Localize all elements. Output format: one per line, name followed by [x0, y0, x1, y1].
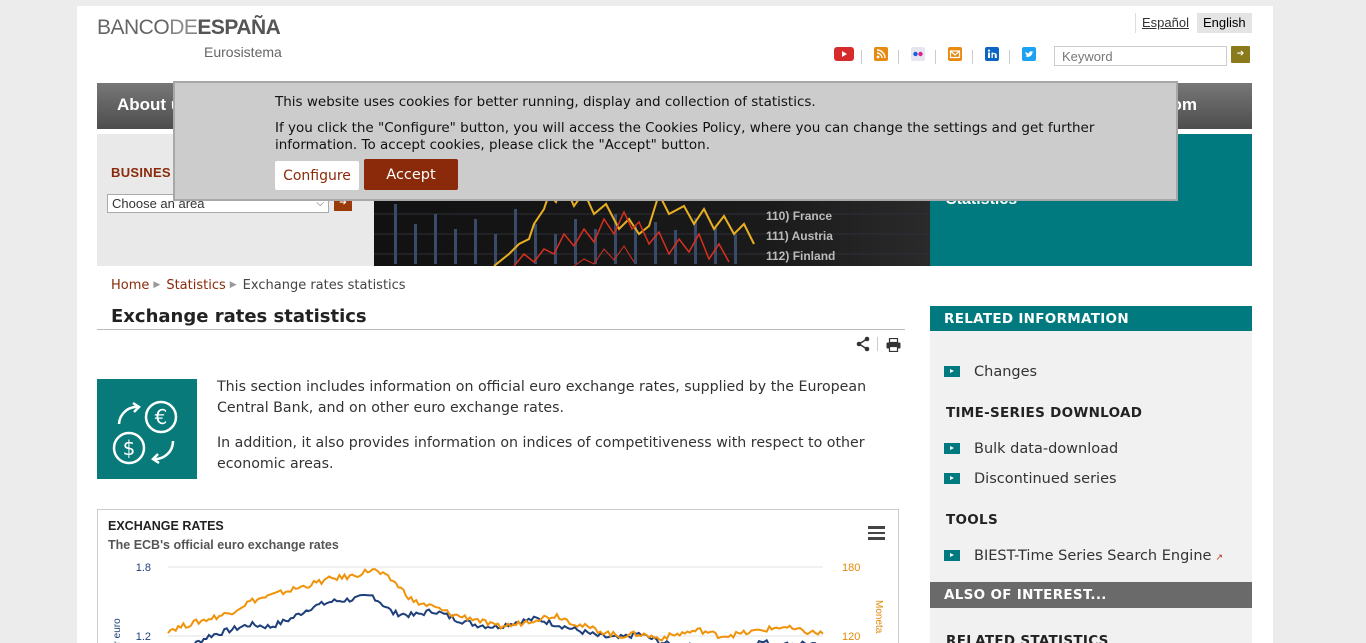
- twitter-icon[interactable]: [1022, 47, 1036, 61]
- currency-exchange-icon: € $: [97, 379, 197, 479]
- flickr-icon[interactable]: [911, 47, 925, 61]
- chart-y2-tick-label: 120: [842, 631, 860, 643]
- chart-y-tick-label: 1.8: [136, 562, 151, 574]
- tools-heading: TOOLS: [946, 512, 998, 528]
- breadcrumb-statistics-link[interactable]: Statistics: [166, 278, 225, 293]
- related-information-heading: RELATED INFORMATION: [930, 306, 1252, 331]
- icon-divider: [1009, 50, 1010, 64]
- cookie-consent-dialog: This website uses cookies for better run…: [173, 81, 1178, 201]
- arrow-bullet-icon: [944, 443, 960, 454]
- icon-divider: [861, 50, 862, 64]
- banner-label: 110) France: [766, 209, 832, 223]
- also-of-interest-heading: ALSO OF INTEREST...: [930, 582, 1252, 608]
- youtube-icon[interactable]: [834, 47, 854, 61]
- banner-label: 111) Austria: [766, 229, 833, 243]
- time-series-download-heading: TIME-SERIES DOWNLOAD: [946, 405, 1143, 421]
- chart-menu-icon[interactable]: [868, 526, 885, 543]
- related-information-panel: Changes TIME-SERIES DOWNLOAD Bulk data-d…: [930, 331, 1252, 582]
- also-of-interest-panel: RELATED STATISTICS: [930, 608, 1252, 643]
- related-link-changes[interactable]: Changes: [944, 364, 1037, 380]
- business-area-title: BUSINES: [111, 165, 171, 180]
- chart-subtitle: The ECB's official euro exchange rates: [108, 538, 339, 552]
- search-input[interactable]: Keyword: [1054, 46, 1227, 66]
- chart-series-line-2: [167, 568, 824, 642]
- configure-cookies-button[interactable]: Configure: [275, 161, 359, 190]
- language-english-active[interactable]: English: [1197, 13, 1252, 33]
- logo-subtitle: Eurosistema: [204, 44, 282, 60]
- linkedin-icon[interactable]: [985, 47, 999, 61]
- related-link-biest[interactable]: BIEST-Time Series Search Engine ↗: [944, 548, 1223, 564]
- arrow-bullet-icon: [944, 550, 960, 561]
- chart-y-axis-label: er euro: [112, 618, 123, 643]
- arrow-bullet-icon: [944, 366, 960, 377]
- language-spanish-link[interactable]: Español: [1135, 13, 1195, 33]
- related-link-bulk-download[interactable]: Bulk data-download: [944, 441, 1118, 457]
- title-divider: [97, 329, 905, 330]
- logo-text: BANCODEESPAÑA: [97, 16, 281, 39]
- rss-icon[interactable]: [874, 47, 888, 61]
- banner-label: 112) Finland: [766, 249, 835, 263]
- related-link-discontinued-series[interactable]: Discontinued series: [944, 471, 1117, 487]
- chart-y-tick-label: 1.2: [136, 631, 151, 643]
- intro-paragraph: In addition, it also provides informatio…: [217, 435, 865, 472]
- cookie-message: If you click the "Configure" button, you…: [275, 120, 1095, 153]
- search-submit-button[interactable]: ➔: [1231, 46, 1250, 63]
- print-icon[interactable]: [886, 337, 901, 356]
- share-icon[interactable]: [855, 336, 871, 356]
- accept-cookies-button[interactable]: Accept: [364, 159, 458, 190]
- email-icon[interactable]: [948, 47, 962, 61]
- chart-y2-tick-label: 180: [842, 562, 860, 574]
- icon-divider: [972, 50, 973, 64]
- svg-text:€: €: [155, 405, 168, 429]
- chart-title: EXCHANGE RATES: [108, 519, 224, 533]
- cookie-message: This website uses cookies for better run…: [275, 94, 816, 110]
- logo[interactable]: BANCODEESPAÑA Eurosistema: [97, 16, 282, 60]
- chart-y2-axis-label: Moneta: [873, 600, 884, 634]
- external-link-icon: ↗: [1215, 553, 1223, 563]
- svg-text:$: $: [123, 436, 136, 460]
- breadcrumb-chevron-icon: ▶: [153, 280, 161, 290]
- breadcrumb-current: Exchange rates statistics: [242, 278, 406, 293]
- arrow-bullet-icon: [944, 473, 960, 484]
- icon-divider: [935, 50, 936, 64]
- icon-divider: [877, 337, 878, 351]
- nav-item-about[interactable]: About u: [117, 95, 181, 115]
- breadcrumb: Home ▶ Statistics ▶ Exchange rates statistic…: [111, 278, 406, 293]
- breadcrumb-home-link[interactable]: Home: [111, 278, 149, 293]
- related-statistics-heading: RELATED STATISTICS: [946, 633, 1109, 643]
- exchange-rates-chart: 1.8 1.2 180 120 er euro Moneta EXCHANGE RATES…: [97, 509, 899, 643]
- page-title: Exchange rates statistics: [111, 306, 367, 327]
- breadcrumb-chevron-icon: ▶: [229, 280, 237, 290]
- icon-divider: [898, 50, 899, 64]
- intro-paragraph: This section includes information on off…: [217, 379, 867, 416]
